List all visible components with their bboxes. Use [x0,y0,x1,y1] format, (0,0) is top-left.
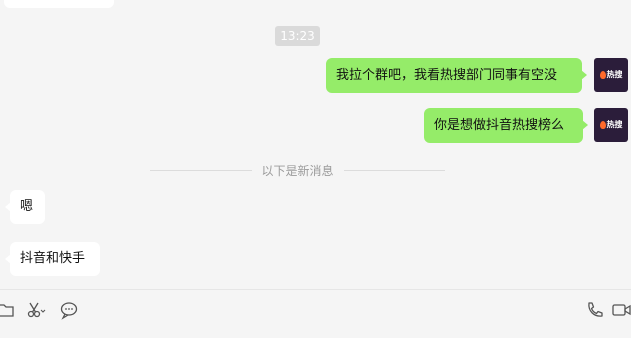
input-toolbar [0,289,631,338]
incoming-message-bubble[interactable]: 嗯 [5,190,45,224]
previous-message-bubble[interactable] [4,0,114,8]
divider-line-left [150,169,252,171]
my-avatar[interactable]: 热搜 [594,108,628,142]
scissors-icon[interactable] [26,300,46,320]
outgoing-message-bubble[interactable]: 我拉个群吧，我看热搜部门同事有空没 [326,58,587,93]
outgoing-message-bubble[interactable]: 你是想做抖音热搜榜么 [424,108,588,143]
new-messages-divider: 以下是新消息 [150,162,446,178]
divider-line-right [343,169,446,171]
video-icon[interactable] [611,300,631,320]
avatar-logo-text: 热搜 [606,120,623,129]
flame-icon [599,121,606,129]
chat-bubble-icon[interactable] [59,300,79,320]
new-messages-label: 以下是新消息 [261,163,334,178]
avatar-logo-text: 热搜 [606,70,623,79]
incoming-message-bubble[interactable]: 抖音和快手 [5,242,100,276]
flame-icon [599,71,606,79]
folder-icon[interactable] [0,300,16,320]
my-avatar[interactable]: 热搜 [594,58,628,92]
phone-icon[interactable] [584,300,604,320]
timestamp-chip: 13:23 [275,26,320,46]
chat-panel: 13:23 我拉个群吧，我看热搜部门同事有空没 热搜 你是想做抖音热搜榜么 热搜… [0,0,631,338]
